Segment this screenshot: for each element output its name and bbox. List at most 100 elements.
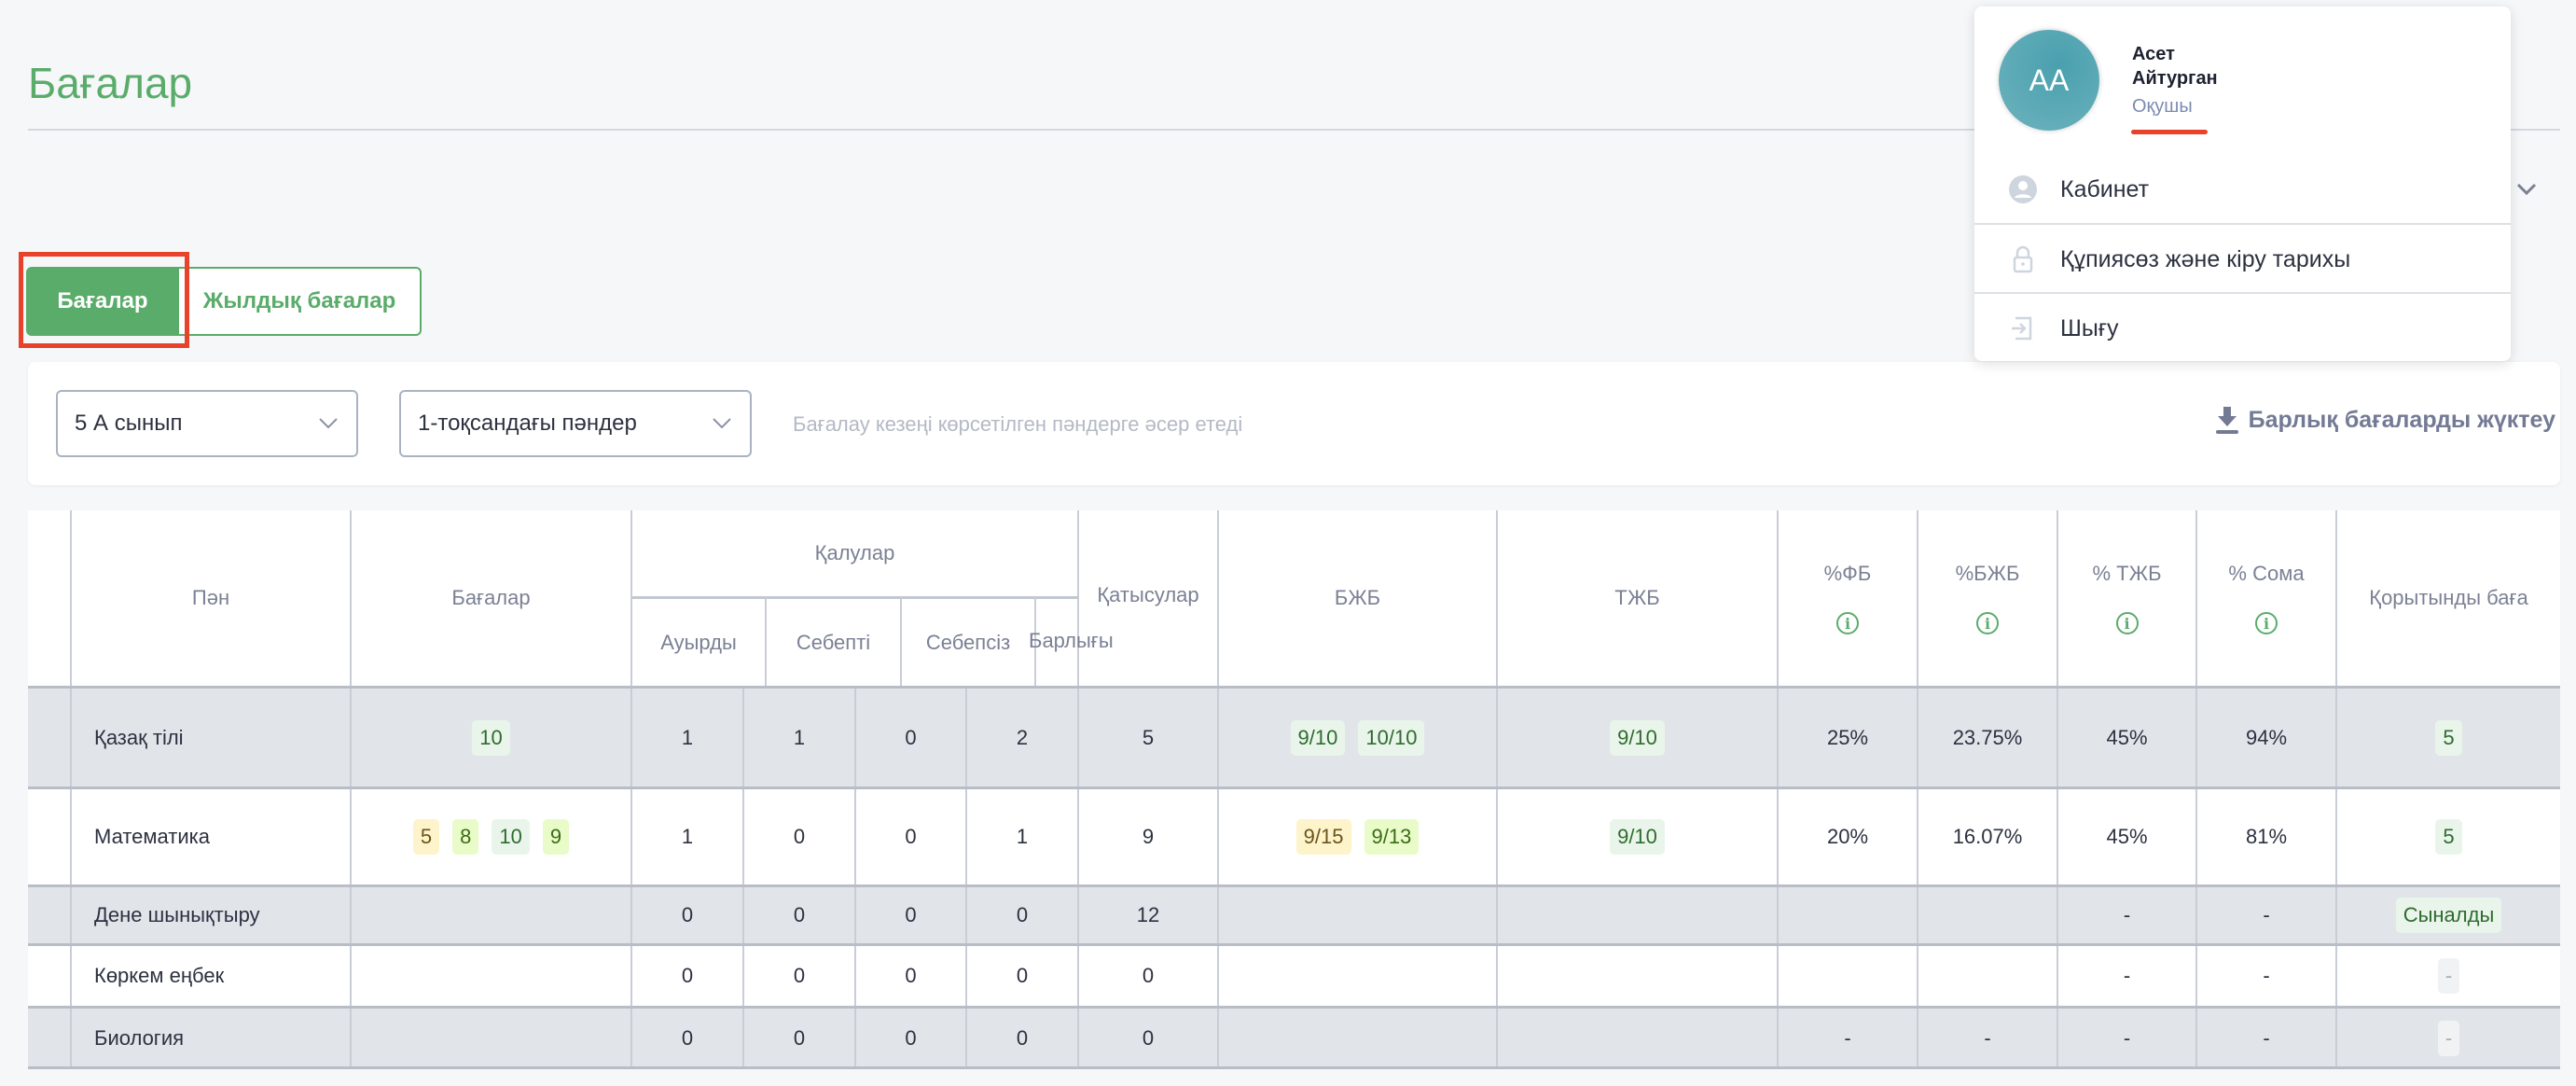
pct-bzhb-cell: 23.75% xyxy=(1918,689,2058,787)
unexcused-cell: 0 xyxy=(856,1009,967,1068)
header-tzhb: ТЖБ xyxy=(1498,510,1779,686)
grade-badge[interactable]: 9/13 xyxy=(1364,819,1420,855)
header-sick: Ауырды xyxy=(632,596,767,686)
download-icon xyxy=(2215,405,2239,435)
subject-cell: Биология xyxy=(72,1009,352,1068)
bzhb-cell xyxy=(1219,1009,1498,1068)
attendance-cell: 0 xyxy=(1079,946,1219,1006)
menu-item-cabinet[interactable]: Кабинет xyxy=(1974,156,2511,223)
subject-cell: Дене шынықтыру xyxy=(72,887,352,943)
bzhb-cell: 9/10 10/10 xyxy=(1219,689,1498,787)
info-icon[interactable]: i xyxy=(1836,612,1859,634)
menu-item-logout[interactable]: Шығу xyxy=(1974,295,2511,362)
pct-fb-cell xyxy=(1779,887,1918,943)
pct-tzhb-cell: 45% xyxy=(2058,789,2197,884)
attendance-cell: 12 xyxy=(1079,887,1219,943)
grade-badge[interactable]: 10 xyxy=(472,720,509,756)
pct-bzhb-cell: 16.07% xyxy=(1918,789,2058,884)
user-menu: АА Асет Айтурган Оқушы Кабинет Құпиясөз … xyxy=(1974,7,2511,361)
chevron-down-icon[interactable] xyxy=(2513,175,2541,203)
pct-fb-cell xyxy=(1779,946,1918,1006)
excused-cell: 0 xyxy=(744,946,856,1006)
lock-icon xyxy=(2008,244,2038,274)
header-excused: Себепті xyxy=(767,596,902,686)
final-cell: 5 xyxy=(2337,789,2560,884)
highlight-box xyxy=(19,252,189,348)
total-cell: 0 xyxy=(967,1009,1079,1068)
period-hint: Бағалау кезеңі көрсетілген пәндерге әсер… xyxy=(793,412,1242,437)
menu-item-label: Кабинет xyxy=(2060,176,2149,203)
header-total-cell: Барлығы xyxy=(1036,596,1079,686)
grade-badge[interactable]: 9/15 xyxy=(1296,819,1351,855)
pct-tzhb-cell: - xyxy=(2058,887,2197,943)
header-pct-fb: %ФБ i xyxy=(1779,510,1918,686)
class-select[interactable]: 5 А сынып xyxy=(56,390,358,457)
page-title: Бағалар xyxy=(28,58,192,108)
pct-sum-cell: - xyxy=(2197,946,2337,1006)
subject-cell: Математика xyxy=(72,789,352,884)
tzhb-cell xyxy=(1498,1009,1779,1068)
sick-cell: 1 xyxy=(632,789,744,884)
table-bottom-border xyxy=(28,1066,2560,1069)
menu-item-label: Құпиясөз және кіру тарихы xyxy=(2060,246,2350,273)
download-all-button[interactable]: Барлық бағаларды жүктеу xyxy=(2215,405,2555,435)
pct-sum-cell: - xyxy=(2197,887,2337,943)
excused-cell: 1 xyxy=(744,689,856,787)
chevron-down-icon xyxy=(317,416,339,431)
final-grade-badge: Сыналды xyxy=(2396,898,2502,933)
header-bzhb: БЖБ xyxy=(1219,510,1498,686)
download-all-label: Барлық бағаларды жүктеу xyxy=(2249,407,2555,434)
pct-sum-cell: - xyxy=(2197,1009,2337,1068)
sick-cell: 1 xyxy=(632,689,744,787)
header-attendance: Қатысулар xyxy=(1079,510,1219,686)
total-cell: 0 xyxy=(967,887,1079,943)
grade-badge[interactable]: 9 xyxy=(543,819,569,855)
subject-cell: Көркем еңбек xyxy=(72,946,352,1006)
pct-bzhb-cell xyxy=(1918,946,2058,1006)
grade-badge[interactable]: 5 xyxy=(413,819,439,855)
period-select[interactable]: 1-тоқсандағы пәндер xyxy=(399,390,752,457)
final-grade-badge: - xyxy=(2438,1021,2459,1056)
grades-cell: 58 10 9 xyxy=(352,789,632,884)
grade-badge[interactable]: 9/10 xyxy=(1610,819,1665,855)
grades-table: Пән Бағалар Қалулар Ауырды Себепті Себеп… xyxy=(28,510,2560,1068)
tzhb-cell xyxy=(1498,887,1779,943)
tab-annual-grades[interactable]: Жылдық бағалар xyxy=(177,267,422,336)
grade-badge[interactable]: 10 xyxy=(492,819,529,855)
table-row: Қазақ тілі10110259/1010/109/1025%23.75%4… xyxy=(28,686,2560,787)
row-spacer xyxy=(28,689,72,787)
row-spacer xyxy=(28,789,72,884)
grades-cell xyxy=(352,887,632,943)
info-icon[interactable]: i xyxy=(1976,612,1999,634)
final-grade-badge: 5 xyxy=(2435,819,2461,855)
table-row: Биология00000----- xyxy=(28,1006,2560,1068)
grade-badge[interactable]: 10/10 xyxy=(1358,720,1424,756)
pct-tzhb-cell: 45% xyxy=(2058,689,2197,787)
header-subject: Пән xyxy=(72,510,352,686)
final-grade-badge: 5 xyxy=(2435,720,2461,756)
table-row: Дене шынықтыру000012--Сыналды xyxy=(28,884,2560,943)
header-grades: Бағалар xyxy=(352,510,632,686)
menu-divider xyxy=(1974,223,2511,225)
info-icon[interactable]: i xyxy=(2116,612,2139,634)
pct-fb-cell: - xyxy=(1779,1009,1918,1068)
grade-badge[interactable]: 9/10 xyxy=(1610,720,1665,756)
attendance-cell: 5 xyxy=(1079,689,1219,787)
grade-badge[interactable]: 9/10 xyxy=(1291,720,1346,756)
grade-badge[interactable]: 8 xyxy=(452,819,478,855)
bzhb-cell xyxy=(1219,887,1498,943)
row-spacer xyxy=(28,946,72,1006)
avatar: АА xyxy=(1999,30,2099,131)
menu-item-password-history[interactable]: Құпиясөз және кіру тарихы xyxy=(1974,226,2511,293)
unexcused-cell: 0 xyxy=(856,946,967,1006)
attendance-cell: 9 xyxy=(1079,789,1219,884)
final-grade-badge: - xyxy=(2438,958,2459,994)
menu-item-label: Шығу xyxy=(2060,315,2119,342)
info-icon[interactable]: i xyxy=(2255,612,2278,634)
table-row: Математика58109100199/159/139/1020%16.07… xyxy=(28,787,2560,884)
header-pct-fb-label: %ФБ xyxy=(1824,562,1872,586)
table-row: Көркем еңбек00000--- xyxy=(28,943,2560,1006)
user-role: Оқушы xyxy=(2132,96,2193,118)
tzhb-cell: 9/10 xyxy=(1498,789,1779,884)
unexcused-cell: 0 xyxy=(856,789,967,884)
